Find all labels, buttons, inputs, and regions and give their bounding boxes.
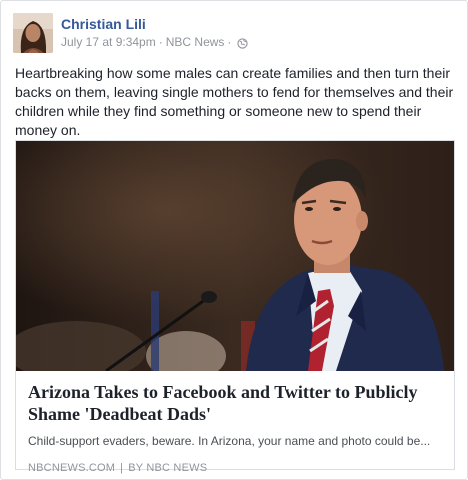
- source-pipe: |: [120, 462, 124, 474]
- link-domain: NBCNEWS.COM: [28, 462, 116, 474]
- link-image[interactable]: [16, 141, 454, 371]
- link-byline[interactable]: BY NBC NEWS: [128, 462, 207, 474]
- via-source[interactable]: NBC News: [166, 34, 225, 50]
- meta-separator: ·: [158, 35, 163, 49]
- post-timestamp[interactable]: July 17 at 9:34pm: [61, 34, 156, 50]
- author-name[interactable]: Christian Lili: [61, 15, 248, 33]
- post-header: Christian Lili July 17 at 9:34pm · NBC N…: [13, 13, 249, 55]
- link-body[interactable]: Arizona Takes to Facebook and Twitter to…: [16, 371, 454, 474]
- globe-icon[interactable]: [237, 37, 249, 49]
- post-meta: Christian Lili July 17 at 9:34pm · NBC N…: [61, 13, 249, 55]
- feed-post: Christian Lili July 17 at 9:34pm · NBC N…: [0, 0, 468, 480]
- news-photo: [16, 141, 454, 371]
- link-title[interactable]: Arizona Takes to Facebook and Twitter to…: [28, 381, 442, 425]
- link-source: NBCNEWS.COM | BY NBC NEWS: [28, 461, 442, 475]
- avatar[interactable]: [13, 13, 53, 53]
- link-description: Child-support evaders, beware. In Arizon…: [28, 434, 431, 448]
- post-text: Heartbreaking how some males can create …: [15, 65, 454, 138]
- link-preview[interactable]: Arizona Takes to Facebook and Twitter to…: [15, 140, 455, 474]
- post-subline: July 17 at 9:34pm · NBC News ·: [61, 34, 249, 50]
- meta-separator-2: ·: [227, 35, 232, 49]
- avatar-image: [13, 13, 53, 53]
